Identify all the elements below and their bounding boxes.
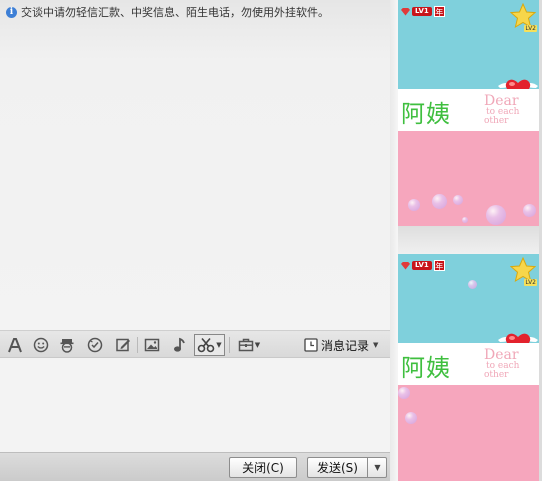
- self-show-panel[interactable]: LV1 年 LV2 阿姨 Dear to each other: [398, 254, 539, 481]
- star-level-label: LV2: [524, 25, 537, 32]
- year-badge: 年: [433, 6, 445, 17]
- image-icon: [144, 338, 160, 352]
- music-button[interactable]: [169, 335, 189, 355]
- screenshot-button[interactable]: ▼: [194, 334, 225, 356]
- panel-gap: [398, 226, 539, 254]
- emoji-button[interactable]: [31, 335, 51, 355]
- shake-button[interactable]: [85, 335, 105, 355]
- name-band: 阿姨 Dear to each other: [398, 89, 539, 131]
- font-icon: [8, 338, 22, 353]
- contact-name: 阿姨: [401, 100, 451, 128]
- toolbox-icon: [238, 338, 254, 352]
- message-history-button[interactable]: 消息记录 ▼: [304, 335, 378, 355]
- diamond-icon: [401, 261, 410, 270]
- doodle-button[interactable]: [113, 335, 133, 355]
- emoji-icon: [33, 337, 49, 353]
- scissors-icon: [197, 337, 215, 353]
- input-toolbar: ▼ ▼ 消息记录 ▼: [0, 330, 390, 358]
- doodle-icon: [116, 338, 130, 352]
- chevron-down-icon: ▼: [216, 341, 222, 349]
- level-badges: LV1 年: [401, 260, 445, 271]
- name-band: 阿姨 Dear to each other: [398, 343, 539, 385]
- chevron-down-icon: ▼: [373, 341, 379, 349]
- slogan-line-2: other: [484, 370, 509, 380]
- bubble: [462, 217, 468, 223]
- bubble: [523, 204, 536, 217]
- music-icon: [174, 337, 185, 352]
- bubble: [432, 194, 447, 209]
- diamond-icon: [401, 7, 410, 16]
- level-badges: LV1 年: [401, 6, 445, 17]
- level-badge: LV1: [412, 7, 432, 16]
- contact-name: 阿姨: [401, 354, 451, 382]
- bubble: [408, 199, 420, 211]
- send-options-button[interactable]: ▼: [367, 457, 387, 478]
- contact-show-panel[interactable]: LV1 年 LV2 阿姨 Dear to each other: [398, 0, 539, 226]
- security-notice: i 交谈中请勿轻信汇款、中奖信息、陌生电话，勿使用外挂软件。: [6, 4, 329, 20]
- bubble: [486, 205, 506, 225]
- info-icon: i: [6, 6, 17, 18]
- toolbar-separator: [229, 337, 230, 353]
- chevron-down-icon: ▼: [374, 463, 381, 472]
- toolbox-button[interactable]: ▼: [235, 335, 263, 355]
- chevron-down-icon: ▼: [254, 341, 261, 349]
- pink-backdrop: [398, 385, 539, 481]
- image-button[interactable]: [142, 335, 162, 355]
- star-level-label: LV2: [524, 279, 537, 286]
- level-badge: LV1: [412, 261, 432, 270]
- message-input-box[interactable]: [0, 358, 390, 452]
- font-button[interactable]: [5, 335, 25, 355]
- bubble: [468, 280, 477, 289]
- bubble: [405, 412, 417, 424]
- bubble: [453, 195, 463, 205]
- year-badge: 年: [433, 260, 445, 271]
- toolbar-separator: [137, 337, 138, 353]
- message-history-label: 消息记录: [321, 338, 370, 353]
- slogan: Dear to each other: [484, 348, 519, 380]
- send-button[interactable]: 发送(S): [307, 457, 367, 478]
- shake-icon: [87, 337, 103, 353]
- clock-icon: [304, 338, 318, 352]
- panel-divider[interactable]: [390, 0, 398, 481]
- pink-backdrop: [398, 131, 539, 226]
- bubble: [398, 387, 410, 399]
- close-button[interactable]: 关闭(C): [229, 457, 297, 478]
- magic-face-button[interactable]: [57, 335, 77, 355]
- message-display-area[interactable]: i 交谈中请勿轻信汇款、中奖信息、陌生电话，勿使用外挂软件。: [0, 0, 390, 330]
- slogan-line-2: other: [484, 116, 509, 126]
- magic-face-icon: [60, 339, 74, 353]
- bottom-bar: 关闭(C) 发送(S) ▼: [0, 452, 390, 481]
- security-notice-text: 交谈中请勿轻信汇款、中奖信息、陌生电话，勿使用外挂软件。: [21, 6, 329, 19]
- slogan: Dear to each other: [484, 94, 519, 126]
